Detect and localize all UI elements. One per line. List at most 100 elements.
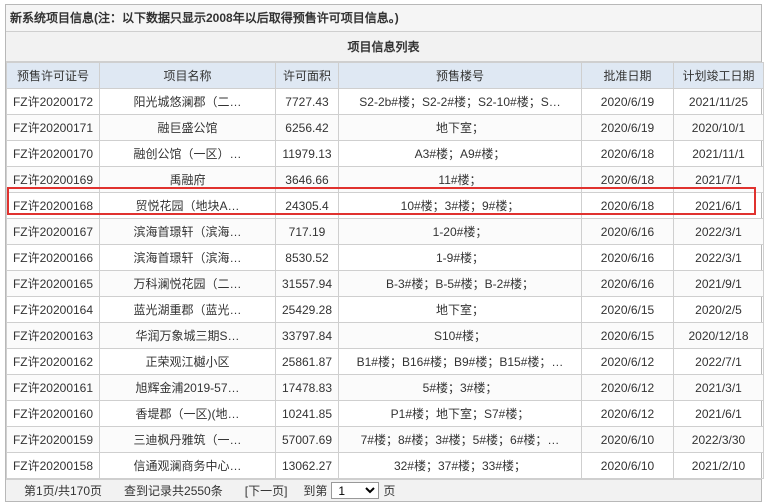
cell-buildings: B1#楼；B16#楼；B9#楼；B15#楼；… [338,348,582,375]
cell-project-name[interactable]: 正荣观江樾小区 [99,348,276,375]
cell-license: FZ许20200171 [6,114,100,141]
cell-area: 10241.85 [275,400,339,427]
cell-area: 13062.27 [275,452,339,479]
cell-buildings: 1-9#楼； [338,244,582,271]
cell-project-name[interactable]: 万科澜悦花园（二… [99,270,276,297]
cell-completion-date: 2021/6/1 [673,192,764,219]
notice-text: 新系统项目信息(注：以下数据只显示2008年以后取得预售许可项目信息。) [6,5,761,32]
cell-approved-date: 2020/6/12 [581,374,674,401]
cell-project-name[interactable]: 滨海首璟轩（滨海… [99,244,276,271]
column-header-buildings: 预售楼号 [338,62,582,89]
cell-approved-date: 2020/6/16 [581,244,674,271]
cell-approved-date: 2020/6/16 [581,270,674,297]
cell-project-name[interactable]: 融巨盛公馆 [99,114,276,141]
cell-license: FZ许20200167 [6,218,100,245]
cell-project-name[interactable]: 禹融府 [99,166,276,193]
cell-buildings: 11#楼； [338,166,582,193]
cell-area: 3646.66 [275,166,339,193]
column-header-license: 预售许可证号 [6,62,100,89]
column-header-area: 许可面积 [275,62,339,89]
cell-buildings: B-3#楼；B-5#楼；B-2#楼； [338,270,582,297]
table-row[interactable]: FZ许20200158 信通观澜商务中心… 13062.27 32#楼；37#楼；33… [6,452,764,479]
cell-completion-date: 2022/3/1 [673,218,764,245]
cell-approved-date: 2020/6/10 [581,452,674,479]
cell-approved-date: 2020/6/10 [581,426,674,453]
table-row[interactable]: FZ许20200172 阳光城悠澜郡（二… 7727.43 S2-2b#楼；S2-2#… [6,88,764,115]
table-caption: 项目信息列表 [6,32,761,62]
cell-buildings: S2-2b#楼；S2-2#楼；S2-10#楼；S… [338,88,582,115]
cell-buildings: 地下室； [338,114,582,141]
cell-project-name[interactable]: 蓝光湖重郡（蓝光… [99,296,276,323]
table-row[interactable]: FZ许20200168 贸悦花园（地块A… 24305.4 10#楼；3#楼；9#楼；… [6,192,764,219]
cell-project-name[interactable]: 阳光城悠澜郡（二… [99,88,276,115]
cell-completion-date: 2022/3/30 [673,426,764,453]
cell-completion-date: 2020/12/18 [673,322,764,349]
cell-completion-date: 2021/9/1 [673,270,764,297]
cell-buildings: S10#楼； [338,322,582,349]
cell-approved-date: 2020/6/16 [581,218,674,245]
cell-license: FZ许20200163 [6,322,100,349]
cell-completion-date: 2021/2/10 [673,452,764,479]
table-row[interactable]: FZ许20200166 滨海首璟轩（滨海… 8530.52 1-9#楼； 2020/6/… [6,244,764,271]
cell-area: 8530.52 [275,244,339,271]
table-row[interactable]: FZ许20200160 香堤郡（一区)(地… 10241.85 P1#楼；地下室；S7… [6,400,764,427]
cell-project-name[interactable]: 三迪枫丹雅筑（一… [99,426,276,453]
cell-approved-date: 2020/6/15 [581,322,674,349]
cell-approved-date: 2020/6/18 [581,166,674,193]
cell-area: 24305.4 [275,192,339,219]
table-row[interactable]: FZ许20200159 三迪枫丹雅筑（一… 57007.69 7#楼；8#楼；3#楼；… [6,426,764,453]
table-row[interactable]: FZ许20200169 禹融府 3646.66 11#楼； 2020/6/18 2021/… [6,166,764,193]
cell-license: FZ许20200168 [6,192,100,219]
cell-area: 33797.84 [275,322,339,349]
cell-license: FZ许20200162 [6,348,100,375]
cell-license: FZ许20200164 [6,296,100,323]
project-table: 预售许可证号 项目名称 许可面积 预售楼号 批准日期 计划竣工日期 FZ许202… [6,62,764,479]
table-row[interactable]: FZ许20200170 融创公馆（一区）… 11979.13 A3#楼；A9#楼； 20… [6,140,764,167]
cell-buildings: 32#楼；37#楼；33#楼； [338,452,582,479]
cell-approved-date: 2020/6/15 [581,296,674,323]
cell-buildings: 5#楼；3#楼； [338,374,582,401]
cell-completion-date: 2021/7/1 [673,166,764,193]
table-row[interactable]: FZ许20200167 滨海首璟轩（滨海… 717.19 1-20#楼； 2020/6/… [6,218,764,245]
cell-project-name[interactable]: 贸悦花园（地块A… [99,192,276,219]
cell-area: 11979.13 [275,140,339,167]
table-row[interactable]: FZ许20200165 万科澜悦花园（二… 31557.94 B-3#楼；B-5#楼；… [6,270,764,297]
table-row[interactable]: FZ许20200163 华润万象城三期S… 33797.84 S10#楼； 2020/6… [6,322,764,349]
table-row[interactable]: FZ许20200164 蓝光湖重郡（蓝光… 25429.28 地下室； 2020/6/1… [6,296,764,323]
column-header-completion: 计划竣工日期 [673,62,764,89]
table-row[interactable]: FZ许20200162 正荣观江樾小区 25861.87 B1#楼；B16#楼；B9#… [6,348,764,375]
cell-approved-date: 2020/6/12 [581,400,674,427]
cell-license: FZ许20200160 [6,400,100,427]
table-row[interactable]: FZ许20200161 旭辉金浦2019-57… 17478.83 5#楼；3#楼； 2… [6,374,764,401]
cell-approved-date: 2020/6/18 [581,192,674,219]
column-header-name: 项目名称 [99,62,276,89]
cell-approved-date: 2020/6/19 [581,114,674,141]
cell-completion-date: 2020/2/5 [673,296,764,323]
cell-completion-date: 2022/3/1 [673,244,764,271]
cell-license: FZ许20200172 [6,88,100,115]
cell-project-name[interactable]: 滨海首璟轩（滨海… [99,218,276,245]
cell-area: 17478.83 [275,374,339,401]
cell-buildings: A3#楼；A9#楼； [338,140,582,167]
cell-completion-date: 2022/7/1 [673,348,764,375]
cell-completion-date: 2020/10/1 [673,114,764,141]
project-info-panel: 新系统项目信息(注：以下数据只显示2008年以后取得预售许可项目信息。) 项目信… [5,4,764,502]
table-header-row: 预售许可证号 项目名称 许可面积 预售楼号 批准日期 计划竣工日期 [6,62,764,89]
cell-project-name[interactable]: 旭辉金浦2019-57… [99,374,276,401]
cell-license: FZ许20200161 [6,374,100,401]
cell-area: 25429.28 [275,296,339,323]
cell-project-name[interactable]: 香堤郡（一区)(地… [99,400,276,427]
cell-project-name[interactable]: 华润万象城三期S… [99,322,276,349]
cell-license: FZ许20200169 [6,166,100,193]
cell-area: 25861.87 [275,348,339,375]
cell-license: FZ许20200159 [6,426,100,453]
table-row[interactable]: FZ许20200171 融巨盛公馆 6256.42 地下室； 2020/6/19 2020… [6,114,764,141]
cell-area: 31557.94 [275,270,339,297]
cell-license: FZ许20200158 [6,452,100,479]
cell-area: 6256.42 [275,114,339,141]
cell-buildings: 7#楼；8#楼；3#楼；5#楼；6#楼；… [338,426,582,453]
cell-project-name[interactable]: 信通观澜商务中心… [99,452,276,479]
page-select[interactable]: 1 [331,482,380,499]
cell-project-name[interactable]: 融创公馆（一区）… [99,140,276,167]
cell-buildings: P1#楼；地下室；S7#楼； [338,400,582,427]
